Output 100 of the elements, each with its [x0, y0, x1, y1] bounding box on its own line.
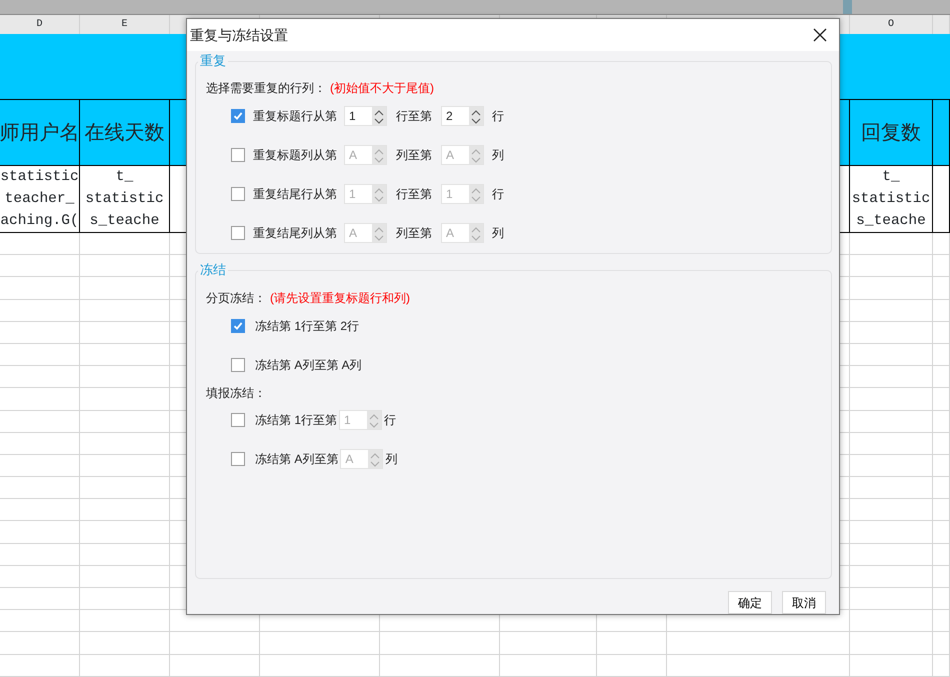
spin-arrows-icon[interactable]	[469, 108, 483, 126]
grid-cell[interactable]	[933, 499, 950, 522]
grid-cell[interactable]	[850, 544, 933, 566]
spin-field[interactable]: 1	[344, 106, 387, 126]
spin-field[interactable]: A	[340, 449, 384, 469]
grid-cell[interactable]	[850, 255, 933, 278]
grid-cell[interactable]	[850, 566, 933, 588]
grid-cell[interactable]	[80, 233, 170, 256]
grid-cell[interactable]	[80, 477, 170, 500]
grid-cell[interactable]	[850, 344, 933, 366]
checkbox[interactable]	[231, 187, 245, 201]
grid-cell[interactable]	[933, 610, 950, 632]
grid-cell[interactable]	[380, 632, 500, 655]
grid-cell[interactable]	[933, 388, 950, 410]
grid-cell[interactable]	[0, 344, 80, 366]
grid-cell[interactable]	[0, 366, 80, 388]
grid-cell[interactable]	[933, 454, 950, 478]
grid-cell[interactable]	[80, 277, 170, 300]
grid-cell[interactable]	[80, 632, 170, 655]
grid-cell[interactable]	[933, 432, 950, 455]
grid-cell[interactable]	[170, 632, 260, 655]
grid-cell[interactable]	[0, 388, 80, 410]
grid-cell[interactable]	[933, 255, 950, 278]
grid-cell[interactable]	[933, 632, 950, 655]
grid-cell[interactable]	[933, 654, 950, 677]
grid-cell[interactable]	[850, 410, 933, 433]
grid-cell[interactable]	[260, 632, 380, 655]
checkbox[interactable]	[231, 452, 245, 466]
spin-field[interactable]: A	[344, 145, 387, 165]
grid-cell[interactable]	[667, 654, 850, 677]
column-letter[interactable]: E	[80, 15, 170, 34]
grid-cell[interactable]	[0, 610, 80, 632]
grid-cell[interactable]	[933, 477, 950, 500]
scroll-thumb[interactable]	[843, 0, 852, 14]
close-button[interactable]	[811, 26, 829, 44]
cancel-button[interactable]: 取消	[782, 591, 826, 614]
spin-field[interactable]: 1	[344, 184, 387, 204]
spin-field[interactable]: 2	[441, 106, 484, 126]
grid-cell[interactable]	[80, 366, 170, 388]
grid-cell[interactable]	[933, 521, 950, 544]
grid-cell[interactable]	[80, 544, 170, 566]
grid-cell[interactable]	[0, 277, 80, 300]
grid-cell[interactable]	[850, 300, 933, 322]
checkbox[interactable]	[231, 109, 245, 123]
grid-cell[interactable]	[850, 432, 933, 455]
grid-cell[interactable]	[80, 499, 170, 522]
grid-cell[interactable]	[80, 255, 170, 278]
grid-cell[interactable]	[80, 654, 170, 677]
grid-cell[interactable]	[850, 233, 933, 256]
grid-cell[interactable]	[500, 654, 597, 677]
grid-cell[interactable]	[0, 432, 80, 455]
grid-cell[interactable]	[597, 654, 667, 677]
grid-cell[interactable]	[850, 477, 933, 500]
grid-cell[interactable]	[933, 277, 950, 300]
grid-cell[interactable]	[933, 344, 950, 366]
grid-cell[interactable]	[80, 432, 170, 455]
grid-cell[interactable]	[0, 322, 80, 344]
checkbox[interactable]	[231, 358, 245, 372]
grid-cell[interactable]	[933, 410, 950, 433]
spin-field[interactable]: A	[441, 223, 484, 243]
grid-cell[interactable]	[667, 632, 850, 655]
grid-cell[interactable]	[933, 322, 950, 344]
checkbox[interactable]	[231, 413, 245, 427]
grid-cell[interactable]	[0, 300, 80, 322]
grid-cell[interactable]	[0, 255, 80, 278]
grid-cell[interactable]	[933, 366, 950, 388]
grid-cell[interactable]	[0, 521, 80, 544]
grid-cell[interactable]	[850, 632, 933, 655]
grid-cell[interactable]	[850, 454, 933, 478]
grid-cell[interactable]	[80, 410, 170, 433]
grid-cell[interactable]	[933, 544, 950, 566]
grid-cell[interactable]	[0, 632, 80, 655]
grid-cell[interactable]	[597, 632, 667, 655]
grid-cell[interactable]	[850, 388, 933, 410]
grid-cell[interactable]	[850, 322, 933, 344]
grid-cell[interactable]	[0, 410, 80, 433]
grid-cell[interactable]	[0, 544, 80, 566]
spin-arrows-icon[interactable]	[372, 108, 386, 126]
grid-cell[interactable]	[80, 322, 170, 344]
grid-cell[interactable]	[80, 300, 170, 322]
grid-cell[interactable]	[933, 300, 950, 322]
column-letter[interactable]: D	[0, 15, 80, 34]
grid-cell[interactable]	[380, 654, 500, 677]
grid-cell[interactable]	[0, 233, 80, 256]
grid-cell[interactable]	[80, 588, 170, 610]
grid-cell[interactable]	[80, 610, 170, 632]
grid-cell[interactable]	[80, 388, 170, 410]
column-header[interactable]	[933, 15, 950, 34]
grid-cell[interactable]	[0, 499, 80, 522]
spin-field[interactable]: 1	[339, 410, 382, 430]
grid-cell[interactable]	[0, 454, 80, 478]
checkbox[interactable]	[231, 319, 245, 333]
checkbox[interactable]	[231, 148, 245, 162]
grid-cell[interactable]	[933, 233, 950, 256]
grid-cell[interactable]	[0, 588, 80, 610]
scroll-bar[interactable]	[0, 0, 950, 15]
grid-cell[interactable]	[170, 654, 260, 677]
grid-cell[interactable]	[850, 610, 933, 632]
grid-cell[interactable]	[850, 588, 933, 610]
spin-field[interactable]: A	[344, 223, 387, 243]
